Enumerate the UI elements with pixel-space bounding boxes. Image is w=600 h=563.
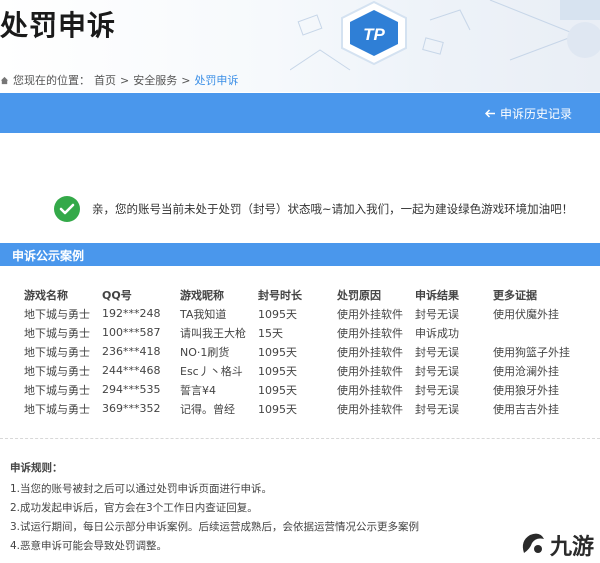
table-cell: 使用外挂软件	[337, 345, 403, 359]
table-cell: 使用伏魔外挂	[493, 307, 559, 321]
table-cell: 使用沧澜外挂	[493, 364, 559, 378]
table-cell: 封号无误	[415, 345, 459, 359]
table-cell: 369***352	[102, 402, 161, 415]
home-icon	[0, 76, 9, 84]
watermark-logo-icon	[522, 533, 544, 553]
table-cell: 记得。曾经	[180, 402, 235, 416]
table-cell: 使用外挂软件	[337, 326, 403, 340]
table-header-row: 游戏名称 QQ号 游戏昵称 封号时长 处罚原因 申诉结果 更多证据	[24, 286, 600, 304]
table-row: 地下城与勇士 244***468 Esc丿丶格斗 1095天 使用外挂软件 封号…	[24, 361, 600, 380]
account-status: 亲，您的账号当前未处于处罚（封号）状态哦~请加入我们，一起为建设绿色游戏环境加油…	[54, 196, 573, 222]
table-cell: 1095天	[258, 345, 297, 359]
table-cell: 1095天	[258, 364, 297, 378]
table-cell: 封号无误	[415, 364, 459, 378]
table-cell: 使用外挂软件	[337, 402, 403, 416]
page-title: 处罚申诉	[0, 9, 117, 42]
table-cell: 100***587	[102, 326, 161, 339]
table-cell: 地下城与勇士	[24, 345, 90, 359]
breadcrumb-item-home[interactable]: 首页	[94, 72, 116, 88]
rule-item: 2.成功发起申诉后，官方会在3个工作日内查证回复。	[10, 502, 258, 514]
table-cell: NO·1刷货	[180, 345, 230, 359]
table-cell: 地下城与勇士	[24, 364, 90, 378]
table-cell: 封号无误	[415, 307, 459, 321]
table-cell: 封号无误	[415, 402, 459, 416]
watermark: 九游	[518, 529, 594, 561]
table-cell: 申诉成功	[415, 326, 459, 340]
column-header: 申诉结果	[415, 289, 459, 302]
column-header: 处罚原因	[337, 289, 381, 302]
breadcrumb-prefix: 您现在的位置：	[13, 74, 90, 87]
rule-item: 4.恶意申诉可能会导致处罚调整。	[10, 540, 168, 552]
table-cell: 地下城与勇士	[24, 307, 90, 321]
column-header: 游戏名称	[24, 289, 68, 302]
table-cell: 地下城与勇士	[24, 383, 90, 397]
check-circle-icon	[54, 196, 80, 222]
table-cell: TA我知道	[180, 307, 227, 321]
table-cell: 192***248	[102, 307, 161, 320]
table-cell: 使用狗篮子外挂	[493, 345, 570, 359]
table-cell: 使用外挂软件	[337, 307, 403, 321]
table-cell: 地下城与勇士	[24, 402, 90, 416]
tp-logo: TP	[341, 0, 407, 66]
table-cell: 1095天	[258, 307, 297, 321]
appeal-cases-table: 游戏名称 QQ号 游戏昵称 封号时长 处罚原因 申诉结果 更多证据 地下城与勇士…	[24, 286, 600, 418]
column-header: 更多证据	[493, 289, 537, 302]
table-cell: 1095天	[258, 383, 297, 397]
breadcrumb-separator: >	[120, 73, 130, 87]
breadcrumb-separator: >	[181, 73, 191, 87]
logo-text: TP	[363, 25, 385, 44]
table-cell	[493, 323, 600, 342]
breadcrumb: 您现在的位置： 首页 > 安全服务 > 处罚申诉	[0, 72, 238, 88]
table-cell: 294***535	[102, 383, 161, 396]
table-row: 地下城与勇士 192***248 TA我知道 1095天 使用外挂软件 封号无误…	[24, 304, 600, 323]
table-cell: 1095天	[258, 402, 297, 416]
table-cell: Esc丿丶格斗	[180, 364, 243, 378]
cases-section-header: 申诉公示案例	[0, 243, 600, 266]
table-cell: 地下城与勇士	[24, 326, 90, 340]
divider	[0, 438, 600, 439]
arrow-left-icon	[484, 109, 495, 118]
table-cell: 使用吉吉外挂	[493, 402, 559, 416]
table-cell: 236***418	[102, 345, 161, 358]
table-cell: 使用狼牙外挂	[493, 383, 559, 397]
table-cell: 使用外挂软件	[337, 383, 403, 397]
column-header: 游戏昵称	[180, 289, 224, 302]
section-title: 申诉公示案例	[12, 249, 85, 263]
appeal-rules: 申诉规则： 1.当您的账号被封之后可以通过处罚申诉页面进行申诉。 2.成功发起申…	[10, 460, 419, 557]
table-cell: 封号无误	[415, 383, 459, 397]
nav-bar: 申诉历史记录	[0, 93, 600, 133]
rule-item: 3.试运行期间，每日公示部分申诉案例。后续运营成熟后，会依据运营情况公示更多案例	[10, 521, 420, 533]
status-message: 亲，您的账号当前未处于处罚（封号）状态哦~请加入我们，一起为建设绿色游戏环境加油…	[92, 202, 574, 216]
column-header: QQ号	[102, 289, 132, 302]
table-row: 地下城与勇士 369***352 记得。曾经 1095天 使用外挂软件 封号无误…	[24, 399, 600, 418]
table-cell: 244***468	[102, 364, 161, 377]
page-header: 处罚申诉 TP 您现在的位置： 首页 > 安全服务 > 处罚申诉	[0, 0, 600, 92]
column-header: 封号时长	[258, 289, 302, 302]
watermark-text: 九游	[549, 535, 594, 560]
table-cell: 誓言¥4	[180, 383, 216, 397]
appeal-history-label: 申诉历史记录	[499, 107, 572, 121]
table-cell: 使用外挂软件	[337, 364, 403, 378]
table-row: 地下城与勇士 100***587 请叫我王大枪 15天 使用外挂软件 申诉成功	[24, 323, 600, 342]
breadcrumb-item-current[interactable]: 处罚申诉	[194, 72, 238, 88]
table-row: 地下城与勇士 294***535 誓言¥4 1095天 使用外挂软件 封号无误 …	[24, 380, 600, 399]
rules-title: 申诉规则：	[10, 462, 63, 474]
appeal-history-button[interactable]: 申诉历史记录	[484, 105, 572, 122]
table-cell: 15天	[258, 326, 283, 340]
table-row: 地下城与勇士 236***418 NO·1刷货 1095天 使用外挂软件 封号无…	[24, 342, 600, 361]
breadcrumb-item-security[interactable]: 安全服务	[133, 72, 177, 88]
rule-item: 1.当您的账号被封之后可以通过处罚申诉页面进行申诉。	[10, 483, 273, 495]
table-cell: 请叫我王大枪	[180, 326, 246, 340]
